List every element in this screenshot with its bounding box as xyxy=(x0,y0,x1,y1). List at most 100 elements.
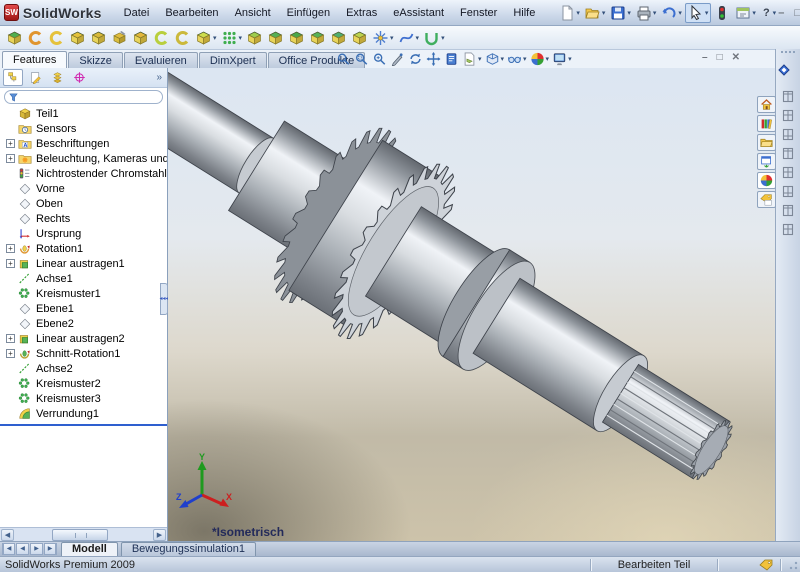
solidworks-resources-tab[interactable] xyxy=(757,96,776,113)
configuration-manager-tab[interactable] xyxy=(47,69,67,86)
doc-close-button[interactable]: ✕ xyxy=(732,52,740,63)
solidworks-resources-icon[interactable] xyxy=(776,62,792,78)
design-library-tab[interactable] xyxy=(757,115,776,132)
right-toolbar-icon[interactable] xyxy=(781,165,795,180)
revolved-cut-button[interactable] xyxy=(152,28,171,48)
extruded-cut-button[interactable] xyxy=(110,28,129,48)
expand-icon[interactable]: + xyxy=(6,259,15,268)
3d-drawing-view-button[interactable] xyxy=(444,52,459,66)
tree-item-vorne[interactable]: Vorne xyxy=(0,181,167,196)
dropdown-caret-icon[interactable]: ▾ xyxy=(239,34,243,42)
reference-geometry-button[interactable]: ▾ xyxy=(371,28,395,48)
dropdown-caret-icon[interactable]: ▾ xyxy=(501,55,505,63)
tree-item-kreismuster2[interactable]: Kreismuster2 xyxy=(0,376,167,391)
swept-cut-button[interactable] xyxy=(173,28,192,48)
apply-scene-button[interactable]: ▾ xyxy=(552,52,572,66)
right-toolbar-icon[interactable] xyxy=(781,127,795,142)
scroll-left-button[interactable]: ◀ xyxy=(1,529,14,541)
dropdown-caret-icon[interactable]: ▾ xyxy=(678,9,682,17)
tree-item-verrundung1[interactable]: Verrundung1 xyxy=(0,406,167,421)
first-tab-button[interactable]: ◀ xyxy=(2,543,15,555)
menu-ansicht[interactable]: Ansicht xyxy=(227,4,279,22)
curves-button[interactable]: ▾ xyxy=(397,28,421,48)
zoom-to-area-button[interactable] xyxy=(354,52,369,66)
menu-datei[interactable]: Datei xyxy=(116,4,158,22)
dropdown-caret-icon[interactable]: ▾ xyxy=(576,9,580,17)
last-tab-button[interactable]: ▶ xyxy=(44,543,57,555)
linear-pattern-button[interactable]: ▾ xyxy=(220,28,244,48)
dropdown-caret-icon[interactable]: ▾ xyxy=(773,9,777,17)
dimxpert-manager-tab[interactable] xyxy=(69,69,89,86)
edit-appearance-button[interactable]: ▾ xyxy=(530,52,550,66)
menu-fenster[interactable]: Fenster xyxy=(452,4,505,22)
zoom-in-out-button[interactable] xyxy=(372,52,387,66)
expand-icon[interactable]: + xyxy=(6,139,15,148)
dropdown-caret-icon[interactable]: ▾ xyxy=(568,55,572,63)
instant3d-button[interactable]: ▾ xyxy=(422,28,446,48)
doc-restore-button[interactable]: □ xyxy=(717,52,723,63)
dropdown-caret-icon[interactable]: ▾ xyxy=(441,34,445,42)
toolbar-grip[interactable] xyxy=(781,51,795,57)
prev-tab-button[interactable]: ◀ xyxy=(16,543,29,555)
tree-filter-input[interactable] xyxy=(4,90,163,104)
tree-item-beleuchtung-kameras-und-b-h[interactable]: +Beleuchtung, Kameras und Büh xyxy=(0,151,167,166)
dome-button[interactable] xyxy=(329,28,348,48)
tag-icon[interactable] xyxy=(759,559,773,571)
dropdown-caret-icon[interactable]: ▾ xyxy=(416,34,420,42)
expand-icon[interactable]: + xyxy=(6,334,15,343)
tree-item-teil1[interactable]: Teil1 xyxy=(0,106,167,121)
dropdown-caret-icon[interactable]: ▾ xyxy=(653,9,657,17)
right-toolbar-icon[interactable] xyxy=(781,108,795,123)
property-manager-tab[interactable] xyxy=(25,69,45,86)
appearances-tab[interactable] xyxy=(757,172,776,189)
dropdown-caret-icon[interactable]: ▾ xyxy=(523,55,527,63)
mirror-button[interactable] xyxy=(350,28,369,48)
menu-hilfe[interactable]: Hilfe xyxy=(505,4,543,22)
view-palette-tab[interactable] xyxy=(757,153,776,170)
tab-bewegungssimulation1[interactable]: Bewegungssimulation1 xyxy=(121,542,256,556)
doc-minimize-button[interactable]: – xyxy=(702,52,708,63)
panel-horizontal-scrollbar[interactable]: ◀ ▶ xyxy=(0,527,167,541)
expand-icon[interactable]: + xyxy=(6,154,15,163)
tree-item-linear-austragen2[interactable]: +Linear austragen2 xyxy=(0,331,167,346)
new-document-button[interactable]: ▾ xyxy=(557,3,582,23)
open-document-button[interactable]: ▾ xyxy=(583,3,608,23)
menu-einf-gen[interactable]: Einfügen xyxy=(279,4,338,22)
options-button[interactable]: ▾ xyxy=(733,3,758,23)
tab-features[interactable]: Features xyxy=(2,51,67,68)
tree-item-beschriftungen[interactable]: +ABeschriftungen xyxy=(0,136,167,151)
tab-dimxpert[interactable]: DimXpert xyxy=(199,52,267,68)
tree-item-kreismuster3[interactable]: Kreismuster3 xyxy=(0,391,167,406)
shell-button[interactable] xyxy=(287,28,306,48)
menu-eassistant[interactable]: eAssistant xyxy=(385,4,452,22)
menu-extras[interactable]: Extras xyxy=(338,4,385,22)
expand-icon[interactable]: + xyxy=(6,349,15,358)
tree-item-linear-austragen1[interactable]: +Linear austragen1 xyxy=(0,256,167,271)
swept-boss-button[interactable] xyxy=(47,28,66,48)
view-orientation-button[interactable]: ▾ xyxy=(485,52,505,66)
tab-evaluieren[interactable]: Evaluieren xyxy=(124,52,198,68)
dropdown-caret-icon[interactable]: ▾ xyxy=(213,34,217,42)
dropdown-caret-icon[interactable]: ▾ xyxy=(602,9,606,17)
tab-skizze[interactable]: Skizze xyxy=(68,52,122,68)
scrollbar-thumb[interactable] xyxy=(52,529,108,541)
select-button[interactable]: ▾ xyxy=(685,3,712,23)
tree-item-schnitt-rotation1[interactable]: +Schnitt-Rotation1 xyxy=(0,346,167,361)
tree-item-nichtrostender-chromstahl[interactable]: Nichtrostender Chromstahl xyxy=(0,166,167,181)
section-view-button[interactable]: ▾ xyxy=(462,52,482,66)
lofted-boss-button[interactable] xyxy=(68,28,87,48)
right-toolbar-icon[interactable] xyxy=(781,146,795,161)
tree-item-kreismuster1[interactable]: Kreismuster1 xyxy=(0,286,167,301)
rebuild-button[interactable] xyxy=(712,3,732,23)
model-3d[interactable] xyxy=(168,68,775,541)
tree-item-ursprung[interactable]: Ursprung xyxy=(0,226,167,241)
boundary-boss-button[interactable] xyxy=(89,28,108,48)
right-toolbar-icon[interactable] xyxy=(781,184,795,199)
tree-item-rechts[interactable]: Rechts xyxy=(0,211,167,226)
help-button[interactable]: ?▾ xyxy=(759,3,778,23)
file-explorer-tab[interactable] xyxy=(757,134,776,151)
hole-wizard-button[interactable] xyxy=(131,28,150,48)
dropdown-caret-icon[interactable]: ▾ xyxy=(546,55,550,63)
rollback-bar[interactable] xyxy=(0,424,167,426)
tab-modell[interactable]: Modell xyxy=(61,542,118,556)
